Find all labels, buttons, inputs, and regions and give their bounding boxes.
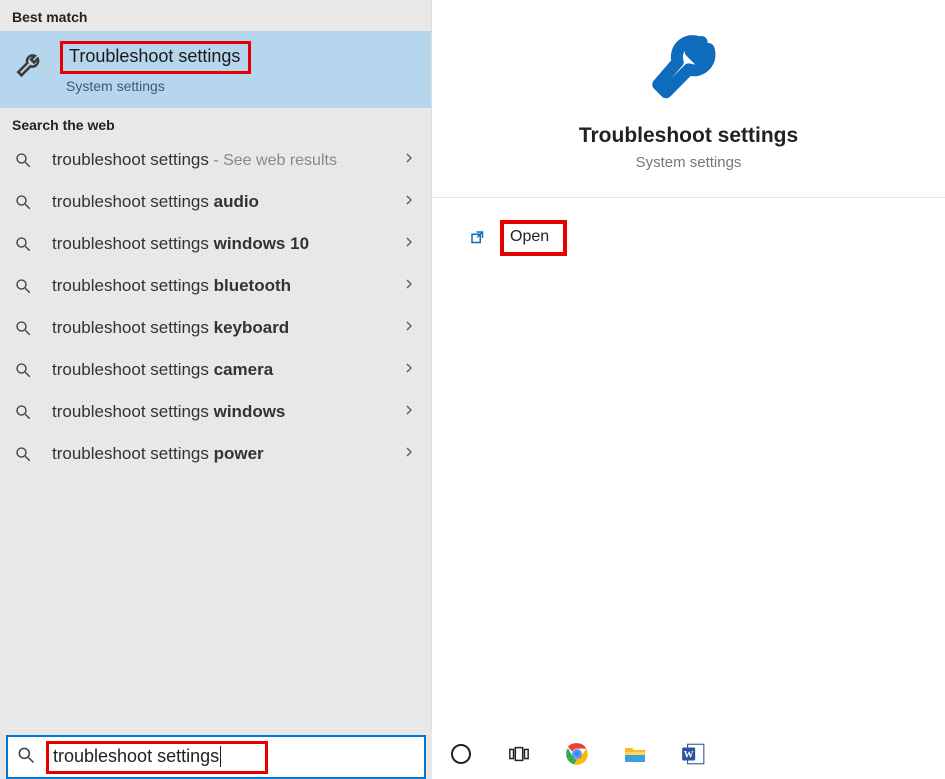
search-icon <box>12 235 34 253</box>
web-result-item[interactable]: troubleshoot settings camera <box>0 349 431 391</box>
word-icon[interactable]: W <box>678 739 708 769</box>
search-icon <box>12 361 34 379</box>
chevron-right-icon <box>403 403 417 421</box>
search-icon <box>12 151 34 169</box>
web-result-label: troubleshoot settings windows 10 <box>52 234 385 254</box>
search-web-header: Search the web <box>0 108 431 139</box>
web-result-label: troubleshoot settings audio <box>52 192 385 212</box>
task-view-icon[interactable] <box>504 739 534 769</box>
web-result-label: troubleshoot settings power <box>52 444 385 464</box>
web-result-item[interactable]: troubleshoot settings windows 10 <box>0 223 431 265</box>
wrench-icon <box>12 45 50 83</box>
chevron-right-icon <box>403 277 417 295</box>
search-box[interactable]: troubleshoot settings <box>6 735 426 779</box>
cortana-icon[interactable] <box>446 739 476 769</box>
svg-text:W: W <box>684 749 694 760</box>
web-result-item[interactable]: troubleshoot settings bluetooth <box>0 265 431 307</box>
preview-title: Troubleshoot settings <box>579 124 798 148</box>
best-match-title: Troubleshoot settings <box>69 46 240 66</box>
web-result-label: troubleshoot settings - See web results <box>52 150 385 170</box>
best-match-title-highlight: Troubleshoot settings <box>60 41 251 74</box>
best-match-item[interactable]: Troubleshoot settings System settings <box>0 31 431 108</box>
chevron-right-icon <box>403 319 417 337</box>
best-match-header: Best match <box>0 0 431 31</box>
taskbar: W <box>432 729 945 779</box>
web-result-label: troubleshoot settings camera <box>52 360 385 380</box>
chevron-right-icon <box>403 235 417 253</box>
search-icon <box>16 745 36 770</box>
chrome-icon[interactable] <box>562 739 592 769</box>
open-icon <box>468 228 488 248</box>
search-icon <box>12 319 34 337</box>
search-icon <box>12 445 34 463</box>
web-result-label: troubleshoot settings keyboard <box>52 318 385 338</box>
wrench-icon <box>644 20 734 110</box>
open-label-highlight: Open <box>500 220 567 256</box>
web-result-item[interactable]: troubleshoot settings - See web results <box>0 139 431 181</box>
search-icon <box>12 277 34 295</box>
search-results-panel: Best match Troubleshoot settings System … <box>0 0 432 729</box>
chevron-right-icon <box>403 193 417 211</box>
web-result-item[interactable]: troubleshoot settings keyboard <box>0 307 431 349</box>
web-result-item[interactable]: troubleshoot settings power <box>0 433 431 475</box>
search-box-wrap: troubleshoot settings <box>0 729 432 779</box>
chevron-right-icon <box>403 151 417 169</box>
search-icon <box>12 193 34 211</box>
web-result-label: troubleshoot settings bluetooth <box>52 276 385 296</box>
open-label: Open <box>510 228 549 245</box>
preview-subtitle: System settings <box>636 154 742 171</box>
web-result-label: troubleshoot settings windows <box>52 402 385 422</box>
search-query-text: troubleshoot settings <box>53 746 221 767</box>
chevron-right-icon <box>403 445 417 463</box>
file-explorer-icon[interactable] <box>620 739 650 769</box>
chevron-right-icon <box>403 361 417 379</box>
preview-panel: Troubleshoot settings System settings Op… <box>432 0 945 729</box>
web-result-item[interactable]: troubleshoot settings windows <box>0 391 431 433</box>
web-result-item[interactable]: troubleshoot settings audio <box>0 181 431 223</box>
best-match-subtitle: System settings <box>66 78 251 94</box>
search-query-highlight: troubleshoot settings <box>46 741 268 774</box>
open-action[interactable]: Open <box>432 198 945 256</box>
search-icon <box>12 403 34 421</box>
